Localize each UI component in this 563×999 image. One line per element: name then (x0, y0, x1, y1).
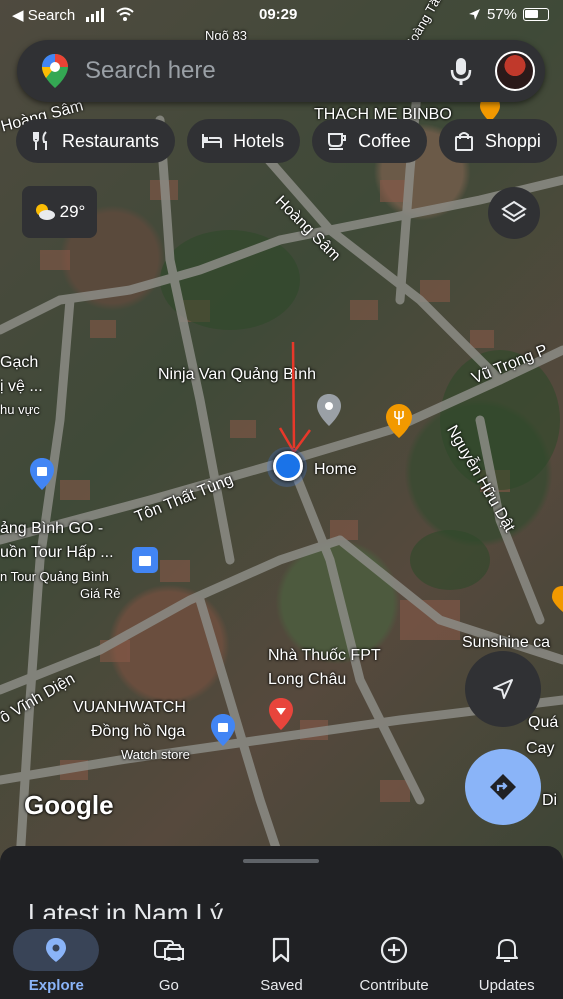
poi-label-binh-go-sub3: Giá Rẻ (80, 586, 121, 601)
poi-label-gach[interactable]: Gạch (0, 354, 38, 372)
bottom-sheet[interactable]: Latest in Nam Lý (0, 846, 563, 928)
shopping-pin-icon[interactable] (29, 457, 55, 491)
nav-contribute[interactable]: Contribute (338, 919, 451, 999)
nav-label: Saved (260, 977, 303, 994)
pharmacy-pin-icon[interactable] (268, 697, 294, 731)
poi-label-vuanhwatch-sub2: Watch store (121, 747, 190, 762)
microphone-icon[interactable] (443, 53, 479, 89)
shopping-bag-marker-icon[interactable] (131, 546, 159, 574)
weather-badge[interactable]: 29° (22, 186, 97, 238)
partly-sunny-icon (35, 204, 55, 220)
poi-label-cay: Cay (526, 740, 555, 757)
chip-coffee[interactable]: Coffee (312, 119, 427, 163)
signal-icon (86, 8, 108, 26)
nav-label: Go (158, 977, 179, 994)
directions-button[interactable] (465, 749, 541, 825)
poi-label-sunshine[interactable]: Sunshine ca (462, 634, 550, 652)
google-maps-logo-icon (42, 54, 68, 88)
nav-label: Contribute (359, 977, 429, 994)
navigation-arrow-icon (493, 679, 513, 699)
chip-restaurants[interactable]: Restaurants (16, 119, 176, 163)
poi-label-binh-go[interactable]: ảng Bình GO - (0, 520, 103, 538)
poi-label-binh-go-sub2: n Tour Quảng Bình (0, 569, 109, 584)
shopping-bag-icon (454, 132, 473, 151)
chip-hotels[interactable]: Hotels (187, 119, 301, 163)
layers-button[interactable] (488, 187, 540, 239)
nav-saved[interactable]: Saved (225, 919, 338, 999)
chip-label: Restaurants (62, 130, 160, 151)
nav-label: Updates (478, 977, 535, 994)
search-bar[interactable]: Search here (17, 40, 545, 102)
nav-explore[interactable]: Explore (0, 919, 113, 999)
car-icon (153, 940, 184, 961)
location-pin-icon (46, 938, 67, 962)
current-location-dot[interactable] (273, 451, 303, 481)
category-chips: Restaurants Hotels Coffee Shoppi (16, 119, 557, 163)
recenter-button[interactable] (465, 651, 541, 727)
poi-label-vuanhwatch-sub: Đồng hồ Nga (91, 723, 186, 740)
road-label: Di (542, 792, 558, 809)
battery-icon (523, 8, 549, 21)
chip-label: Coffee (358, 130, 411, 151)
clock: 09:29 (259, 6, 298, 23)
poi-label-nha-thuoc[interactable]: Nhà Thuốc FPT (268, 647, 381, 665)
poi-label-binh-go-sub: uồn Tour Hấp ... (0, 544, 114, 561)
weather-temp: 29° (59, 202, 86, 221)
chip-label: Hotels (233, 130, 285, 151)
shopping-pin-icon[interactable] (210, 713, 236, 747)
coffee-cup-icon (328, 133, 347, 150)
chip-label: Shoppi (484, 130, 541, 151)
search-input[interactable]: Search here (85, 57, 443, 85)
bell-icon (495, 939, 518, 962)
bookmark-icon (273, 937, 290, 963)
add-circle-icon (380, 936, 408, 964)
chip-shopping[interactable]: Shoppi (438, 119, 557, 163)
poi-label-quan[interactable]: Quá (528, 714, 558, 732)
fork-knife-icon (33, 131, 47, 150)
nav-label: Explore (28, 977, 84, 994)
poi-label-vuanhwatch[interactable]: VUANHWATCH (73, 699, 186, 717)
nav-updates[interactable]: Updates (450, 919, 563, 999)
bottom-nav: Explore Go Saved Contribute Updates (0, 919, 563, 999)
google-logo: Google (24, 790, 114, 820)
avatar[interactable] (495, 51, 535, 91)
location-arrow-icon (468, 9, 480, 20)
wifi-icon (116, 6, 134, 26)
battery-percent: 57% (486, 6, 517, 23)
directions-icon (490, 774, 516, 800)
back-to-app[interactable]: ◀ Search (12, 6, 75, 24)
nav-go[interactable]: Go (113, 919, 226, 999)
poi-label-gach-sub: ị vệ ... (0, 378, 43, 395)
layers-icon (501, 200, 527, 223)
poi-label-nha-thuoc-sub: Long Châu (268, 671, 347, 688)
bed-icon (202, 134, 223, 148)
poi-label-gach-sub2: hu vực (0, 402, 40, 417)
status-bar: ◀ Search 09:29 57% (0, 0, 563, 30)
drag-handle[interactable] (243, 859, 319, 863)
restaurant-pin-icon[interactable] (385, 403, 413, 439)
restaurant-pin-icon[interactable] (551, 585, 563, 613)
